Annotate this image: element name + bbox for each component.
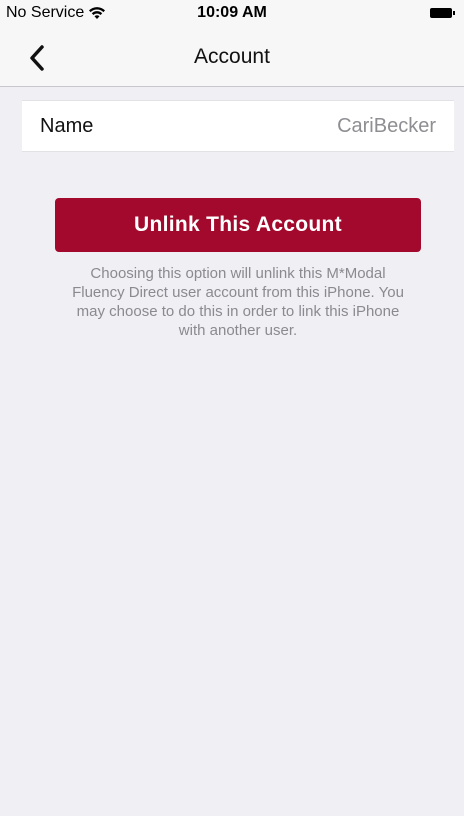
name-label: Name	[40, 115, 94, 137]
account-name-row: Name CariBecker	[22, 100, 454, 152]
status-time: 10:09 AM	[197, 4, 267, 21]
page-title: Account	[194, 45, 270, 68]
name-value: CariBecker	[337, 115, 436, 137]
unlink-account-button[interactable]: Unlink This Account	[55, 198, 421, 252]
battery-icon	[430, 8, 455, 18]
navigation-bar: Account	[0, 30, 464, 87]
unlink-description: Choosing this option will unlink this M*…	[72, 265, 404, 339]
